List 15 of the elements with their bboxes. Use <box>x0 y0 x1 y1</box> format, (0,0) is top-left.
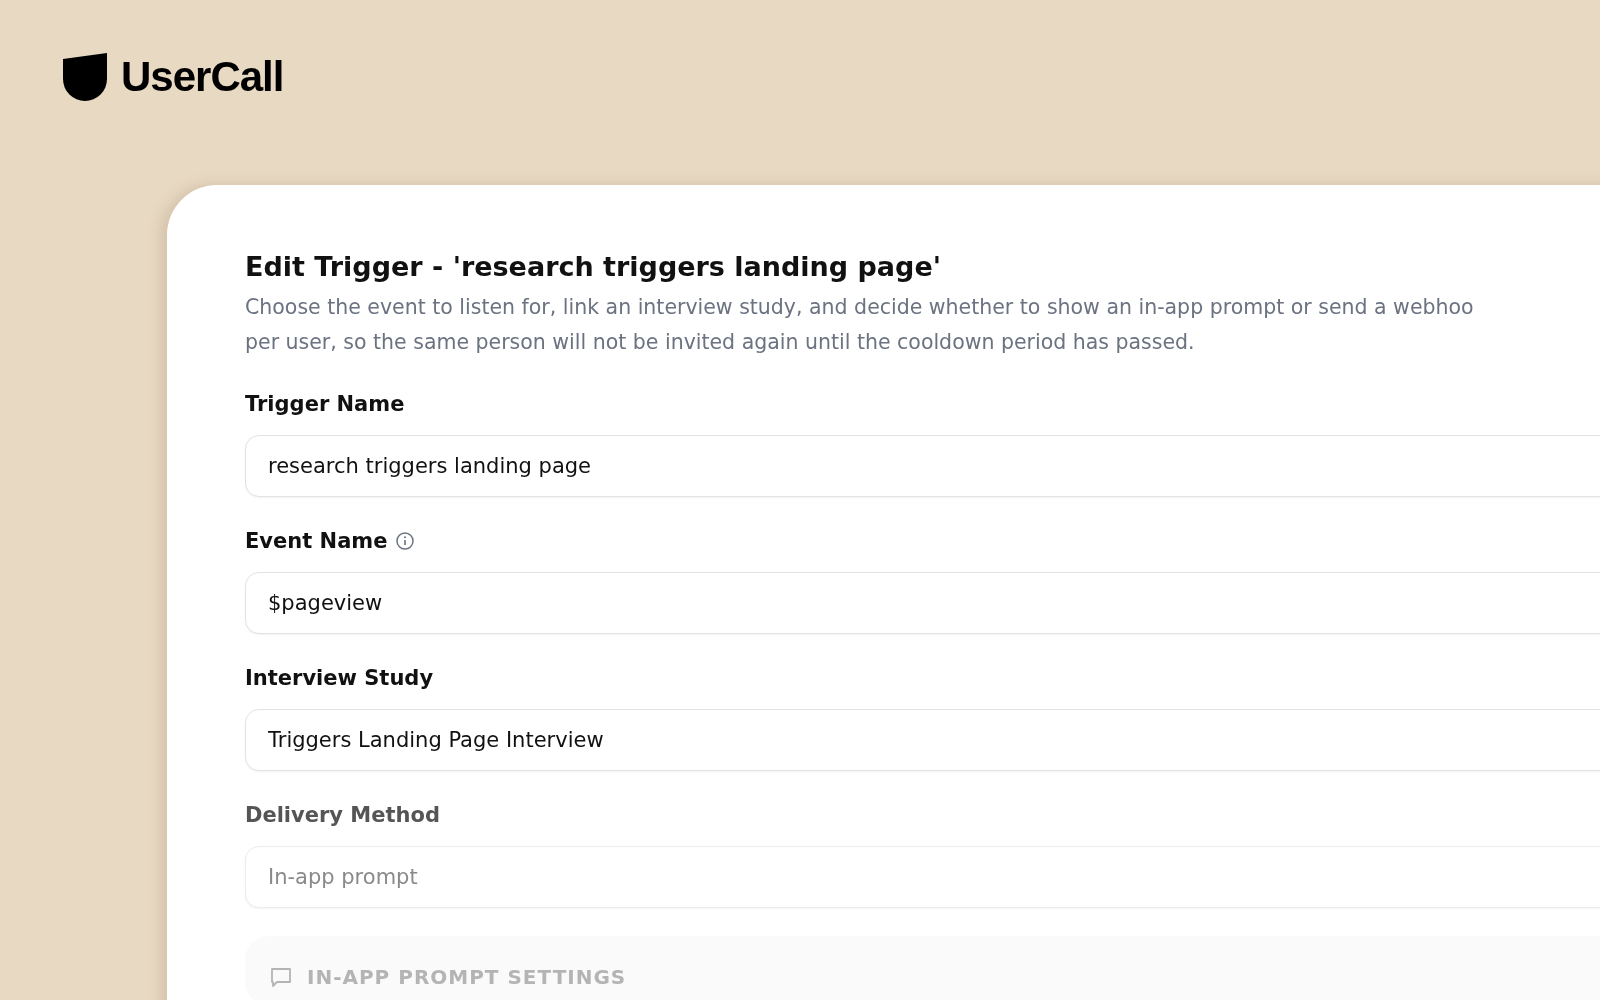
field-label: Delivery Method <box>245 803 440 827</box>
brand-name: UserCall <box>121 53 284 101</box>
chat-bubble-icon <box>269 965 293 989</box>
section-title: IN-APP PROMPT SETTINGS <box>307 965 627 989</box>
field-label: Event Name <box>245 529 388 553</box>
text-field[interactable]: research triggers landing page <box>245 435 1600 497</box>
info-icon[interactable] <box>395 531 416 551</box>
text-field[interactable]: $pageview <box>245 572 1600 634</box>
field-label: Interview Study <box>245 666 434 690</box>
dialog-title: Edit Trigger - 'research triggers landing page' <box>245 251 942 282</box>
shield-logo-icon <box>63 53 107 101</box>
description-text: Choose the event to listen for, link an interview study, and decide whether to show an in-app prompt or send a webhoo <box>245 294 1475 321</box>
field-label: Trigger Name <box>245 392 405 416</box>
description-text: per user, so the same person will not be invited again until the cooldown period has passed. <box>245 329 1196 356</box>
text-field[interactable]: Triggers Landing Page Interview <box>245 709 1600 771</box>
